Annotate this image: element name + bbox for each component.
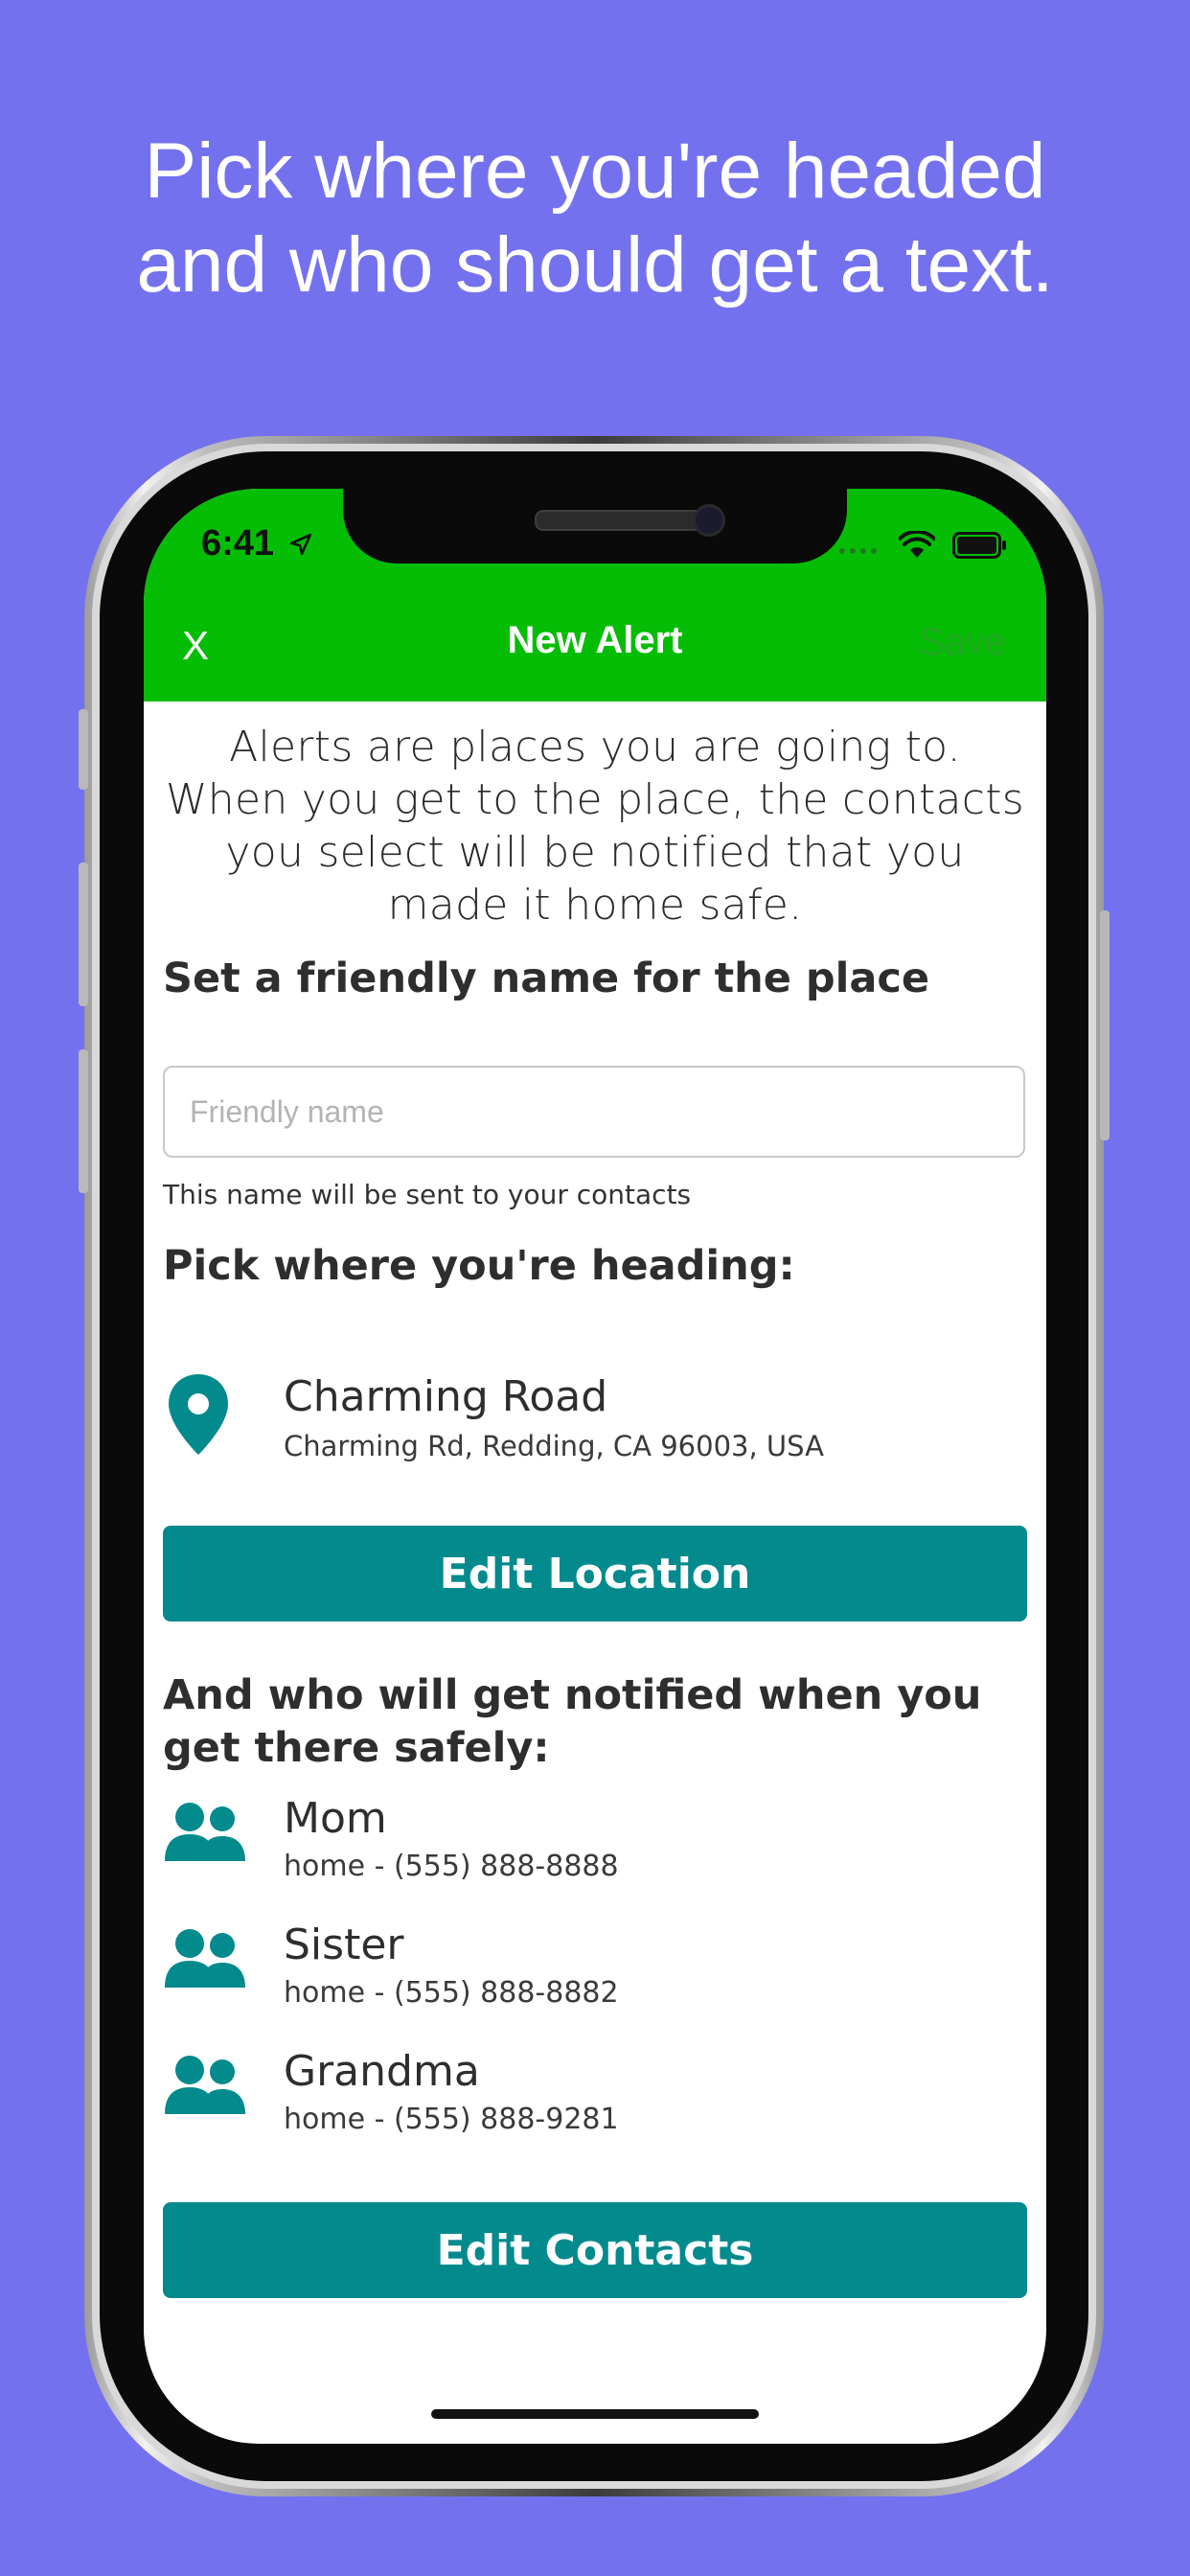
home-indicator[interactable] [431,2409,759,2419]
friendly-name-helper: This name will be sent to your contacts [163,1179,692,1210]
phone-power-button [1100,910,1110,1140]
headline-line-1: Pick where you're headed [144,127,1046,215]
phone-volume-down [79,1049,88,1193]
contacts-title: And who will get notified when you get t… [163,1671,982,1772]
location-address: Charming Rd, Redding, CA 96003, USA [284,1430,824,1462]
friendly-name-input[interactable] [163,1066,1025,1158]
contact-name: Grandma [284,2047,480,2096]
users-icon [163,1928,249,1994]
contact-name: Sister [284,1920,404,1969]
phone-mute-switch [79,709,88,790]
status-icons [837,531,1008,560]
nav-title: New Alert [507,619,683,661]
contact-item[interactable]: Sister home - (555) 888-8882 [144,1920,1046,2026]
contact-name: Mom [284,1794,387,1843]
front-camera [693,504,725,537]
intro-text: Alerts are places you are going to. When… [165,723,1025,930]
contact-item[interactable]: Grandma home - (555) 888-9281 [144,2047,1046,2152]
contact-phone: home - (555) 888-8888 [284,1850,619,1883]
phone-volume-up [79,862,88,1006]
headline-line-2: and who should get a text. [136,221,1054,309]
promo-headline: Pick where you're headed and who should … [0,125,1190,312]
phone-screen: 6:41 X New Alert Save Alerts are places … [144,489,1046,2444]
contact-item[interactable]: Mom home - (555) 888-8888 [144,1794,1046,1899]
users-icon [163,2055,249,2121]
edit-location-button[interactable]: Edit Location [163,1526,1027,1622]
location-title: Pick where you're heading: [163,1242,795,1290]
location-name: Charming Road [284,1372,608,1421]
signal-icon [839,548,877,554]
battery-icon [952,532,1006,559]
contact-phone: home - (555) 888-9281 [284,2103,619,2136]
map-pin-icon [167,1372,230,1461]
status-time: 6:41 [201,523,313,564]
users-icon [163,1802,249,1868]
notch [343,489,847,564]
contact-phone: home - (555) 888-8882 [284,1976,619,2010]
edit-contacts-button[interactable]: Edit Contacts [163,2202,1027,2298]
speaker-grille [535,510,707,531]
save-button[interactable]: Save [919,621,1006,664]
location-arrow-icon [289,533,311,556]
friendly-name-title: Set a friendly name for the place [163,954,930,1002]
wifi-icon [899,531,935,558]
